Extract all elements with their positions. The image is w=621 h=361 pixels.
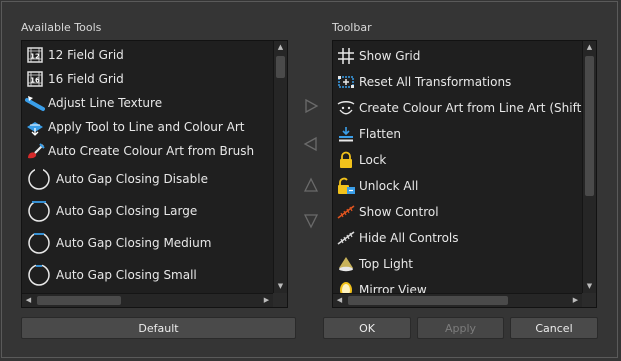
- list-item[interactable]: Reset All Transformations: [333, 70, 582, 94]
- list-item-label: Auto Gap Closing Small: [56, 268, 197, 282]
- scroll-right-icon[interactable]: ▶: [260, 294, 273, 307]
- arrow-down-icon[interactable]: [302, 212, 320, 230]
- list-item-label: Flatten: [359, 127, 401, 141]
- line-texture-icon: [22, 92, 48, 114]
- list-item-label: Top Light: [359, 257, 414, 271]
- reset-transform-icon: [333, 71, 359, 93]
- apply-tool-icon: [22, 116, 48, 138]
- list-item[interactable]: Auto Gap Closing Small: [22, 261, 273, 289]
- apply-button[interactable]: Apply: [417, 317, 504, 339]
- list-item-label: 12 Field Grid: [48, 48, 124, 62]
- toolbar-items: Show Grid Reset All Transformations Crea…: [333, 41, 582, 293]
- list-item-label: Reset All Transformations: [359, 75, 512, 89]
- colour-art-icon: [333, 97, 359, 119]
- toolbar-horizontal-scrollbar[interactable]: ◀ ▶: [333, 293, 582, 307]
- scroll-up-icon[interactable]: ▲: [583, 41, 596, 54]
- scroll-up-icon[interactable]: ▲: [274, 41, 287, 54]
- svg-text:16: 16: [30, 77, 40, 85]
- list-item[interactable]: Mirror View: [333, 278, 582, 293]
- unlock-all-icon: [333, 175, 359, 197]
- scroll-thumb[interactable]: [585, 56, 594, 196]
- flatten-icon: [333, 123, 359, 145]
- toolbar-list[interactable]: Show Grid Reset All Transformations Crea…: [332, 40, 597, 308]
- list-item[interactable]: Show Grid: [333, 44, 582, 68]
- scroll-down-icon[interactable]: ▼: [274, 280, 287, 293]
- list-item[interactable]: Adjust Line Texture: [22, 91, 273, 115]
- list-item-label: Hide All Controls: [359, 231, 459, 245]
- default-button[interactable]: Default: [21, 317, 296, 339]
- list-item[interactable]: Create Colour Art from Line Art (Shift C…: [333, 96, 582, 120]
- scroll-corner: [273, 293, 287, 307]
- list-item-label: Auto Gap Closing Medium: [56, 236, 212, 250]
- list-item-label: Lock: [359, 153, 387, 167]
- hide-controls-icon: [333, 227, 359, 249]
- grid-icon: [333, 45, 359, 67]
- list-item-label: Auto Create Colour Art from Brush: [48, 144, 255, 158]
- show-control-icon: [333, 201, 359, 223]
- lock-icon: [333, 149, 359, 171]
- scroll-thumb[interactable]: [37, 296, 121, 305]
- list-item-label: Apply Tool to Line and Colour Art: [48, 120, 245, 134]
- cancel-button[interactable]: Cancel: [510, 317, 598, 339]
- list-item-label: Adjust Line Texture: [48, 96, 163, 110]
- svg-text:12: 12: [30, 53, 40, 61]
- list-item[interactable]: Auto Gap Closing Medium: [22, 229, 273, 257]
- arrow-left-icon[interactable]: [302, 135, 320, 153]
- colour-brush-icon: [22, 140, 48, 162]
- field-grid-12-icon: 12: [22, 44, 48, 66]
- scroll-thumb[interactable]: [276, 56, 285, 78]
- scroll-left-icon[interactable]: ◀: [333, 294, 346, 307]
- list-item-label: Create Colour Art from Line Art (Shift C…: [359, 101, 582, 115]
- gap-closing-small-icon: [22, 262, 56, 288]
- list-item[interactable]: Flatten: [333, 122, 582, 146]
- gap-closing-medium-icon: [22, 230, 56, 256]
- mirror-view-icon: [333, 279, 359, 293]
- scroll-down-icon[interactable]: ▼: [583, 280, 596, 293]
- arrow-right-icon[interactable]: [302, 97, 320, 115]
- list-item[interactable]: Unlock All: [333, 174, 582, 198]
- list-item[interactable]: Show Control: [333, 200, 582, 224]
- top-light-icon: [333, 253, 359, 275]
- list-item-label: Auto Gap Closing Large: [56, 204, 198, 218]
- list-item-label: Show Control: [359, 205, 439, 219]
- list-item-label: 16 Field Grid: [48, 72, 124, 86]
- available-tools-list[interactable]: 12 12 Field Grid 16 16 Field Grid Adjust…: [21, 40, 288, 308]
- gap-closing-large-icon: [22, 198, 56, 224]
- list-item-label: Show Grid: [359, 49, 421, 63]
- scroll-corner: [582, 293, 596, 307]
- list-item[interactable]: Top Light: [333, 252, 582, 276]
- toolbar-vertical-scrollbar[interactable]: ▲ ▼: [582, 41, 596, 293]
- available-tools-caption: Available Tools: [21, 21, 102, 34]
- list-item[interactable]: 12 12 Field Grid: [22, 43, 273, 67]
- available-horizontal-scrollbar[interactable]: ◀ ▶: [22, 293, 273, 307]
- arrow-up-icon[interactable]: [302, 176, 320, 194]
- available-vertical-scrollbar[interactable]: ▲ ▼: [273, 41, 287, 293]
- scroll-left-icon[interactable]: ◀: [22, 294, 35, 307]
- toolbar-caption: Toolbar: [332, 21, 372, 34]
- list-item[interactable]: Hide All Controls: [333, 226, 582, 250]
- scroll-right-icon[interactable]: ▶: [569, 294, 582, 307]
- list-item[interactable]: Auto Gap Closing Disable: [22, 165, 273, 193]
- field-grid-16-icon: 16: [22, 68, 48, 90]
- list-item-label: Auto Gap Closing Disable: [56, 172, 208, 186]
- list-item[interactable]: Auto Create Colour Art from Brush: [22, 139, 273, 163]
- available-tools-items: 12 12 Field Grid 16 16 Field Grid Adjust…: [22, 41, 273, 293]
- list-item[interactable]: Apply Tool to Line and Colour Art: [22, 115, 273, 139]
- scroll-thumb[interactable]: [348, 296, 508, 305]
- list-item-label: Mirror View: [359, 283, 427, 293]
- gap-closing-disable-icon: [22, 166, 56, 192]
- list-item[interactable]: Lock: [333, 148, 582, 172]
- ok-button[interactable]: OK: [323, 317, 411, 339]
- list-item[interactable]: 16 16 Field Grid: [22, 67, 273, 91]
- list-item[interactable]: Auto Gap Closing Large: [22, 197, 273, 225]
- list-item-label: Unlock All: [359, 179, 419, 193]
